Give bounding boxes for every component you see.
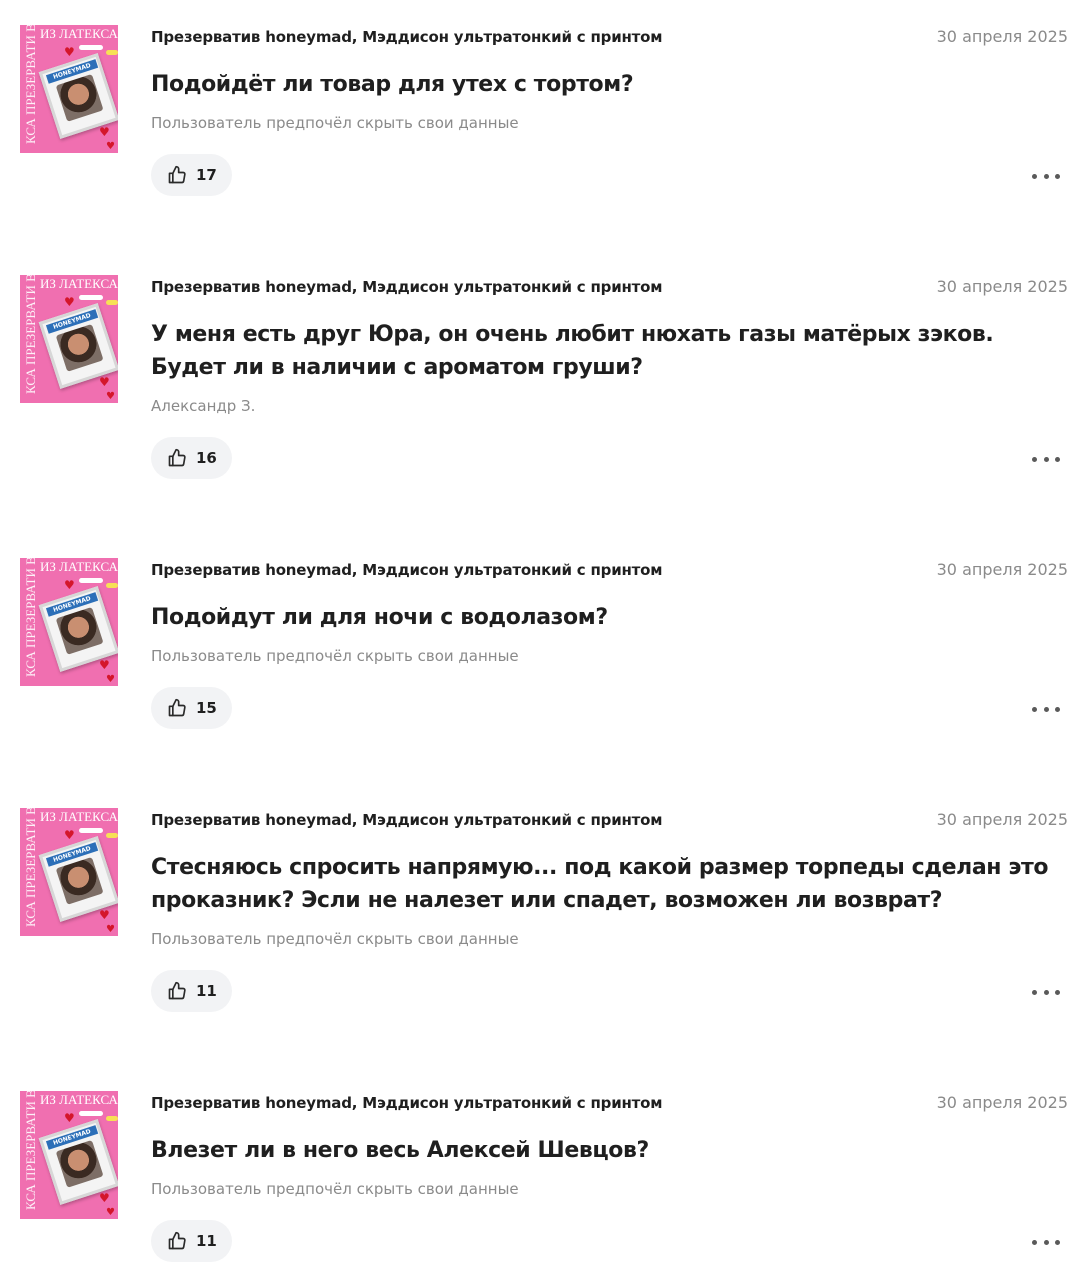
question-text: Подойдут ли для ночи с водолазом? (151, 605, 608, 630)
like-count: 17 (196, 166, 217, 184)
print-portrait (55, 1139, 104, 1188)
like-button[interactable]: 11 (151, 1220, 232, 1262)
like-count: 16 (196, 449, 217, 467)
product-thumbnail[interactable]: ИЗ ЛАТЕКСА КСА ПРЕЗЕРВАТИ В HONEYMAD ♥ ♥… (20, 808, 118, 936)
thumbnail-label (106, 300, 118, 305)
thumbs-up-icon (168, 165, 186, 184)
like-count: 11 (196, 982, 217, 1000)
question-text: Влезет ли в него весь Алексей Шевцов? (151, 1138, 649, 1163)
thumbnail-side-text: КСА ПРЕЗЕРВАТИ В (23, 275, 38, 394)
like-count: 15 (196, 699, 217, 717)
heart-icon: ♥ (64, 578, 75, 592)
more-dots-icon (1032, 1239, 1037, 1245)
heart-icon: ♥ (106, 141, 115, 152)
product-link[interactable]: Презерватив honeymad, Мэддисон ультратон… (151, 1094, 663, 1112)
thumbs-up-icon (168, 448, 186, 467)
product-link[interactable]: Презерватив honeymad, Мэддисон ультратон… (151, 811, 663, 829)
product-thumbnail[interactable]: ИЗ ЛАТЕКСА КСА ПРЕЗЕРВАТИ В HONEYMAD ♥ ♥… (20, 25, 118, 153)
author-name: Пользователь предпочёл скрыть свои данны… (151, 114, 519, 132)
heart-icon: ♥ (99, 1191, 110, 1205)
thumbnail-label (106, 50, 118, 55)
print-portrait (55, 73, 104, 122)
heart-icon: ♥ (99, 375, 110, 389)
thumbs-up-icon (168, 698, 186, 717)
print-portrait (55, 323, 104, 372)
product-link[interactable]: Презерватив honeymad, Мэддисон ультратон… (151, 28, 663, 46)
review-item: ИЗ ЛАТЕКСА КСА ПРЕЗЕРВАТИ В HONEYMAD ♥ ♥… (0, 558, 1084, 758)
thumbnail-label (106, 833, 118, 838)
review-item: ИЗ ЛАТЕКСА КСА ПРЕЗЕРВАТИ В HONEYMAD ♥ ♥… (0, 1091, 1084, 1276)
more-options-button[interactable] (1032, 1232, 1060, 1252)
thumbnail-text: ИЗ ЛАТЕКСА (40, 559, 118, 574)
review-date: 30 апреля 2025 (936, 277, 1068, 296)
question-text: У меня есть друг Юра, он очень любит нюх… (151, 322, 994, 380)
thumbnail-label (106, 1116, 118, 1121)
thumbnail-text: ИЗ ЛАТЕКСА (40, 809, 118, 824)
like-button[interactable]: 11 (151, 970, 232, 1012)
thumbnail-label (79, 295, 103, 300)
heart-icon: ♥ (106, 924, 115, 935)
more-options-button[interactable] (1032, 982, 1060, 1002)
heart-icon: ♥ (99, 908, 110, 922)
thumbnail-side-text: КСА ПРЕЗЕРВАТИ В (23, 808, 38, 927)
more-options-button[interactable] (1032, 166, 1060, 186)
author-name: Пользователь предпочёл скрыть свои данны… (151, 930, 519, 948)
review-date: 30 апреля 2025 (936, 810, 1068, 829)
product-thumbnail[interactable]: ИЗ ЛАТЕКСА КСА ПРЕЗЕРВАТИ В HONEYMAD ♥ ♥… (20, 558, 118, 686)
thumbnail-label (79, 1111, 103, 1116)
product-link[interactable]: Презерватив honeymad, Мэддисон ультратон… (151, 278, 663, 296)
review-date: 30 апреля 2025 (936, 1093, 1068, 1112)
product-thumbnail[interactable]: ИЗ ЛАТЕКСА КСА ПРЕЗЕРВАТИ В HONEYMAD ♥ ♥… (20, 275, 118, 403)
heart-icon: ♥ (64, 295, 75, 309)
author-name: Пользователь предпочёл скрыть свои данны… (151, 647, 519, 665)
heart-icon: ♥ (99, 658, 110, 672)
more-dots-icon (1032, 173, 1037, 179)
like-button[interactable]: 17 (151, 154, 232, 196)
like-button[interactable]: 15 (151, 687, 232, 729)
heart-icon: ♥ (64, 45, 75, 59)
product-thumbnail[interactable]: ИЗ ЛАТЕКСА КСА ПРЕЗЕРВАТИ В HONEYMAD ♥ ♥… (20, 1091, 118, 1219)
thumbnail-label (79, 578, 103, 583)
thumbnail-side-text: КСА ПРЕЗЕРВАТИ В (23, 25, 38, 144)
review-date: 30 апреля 2025 (936, 560, 1068, 579)
review-item: ИЗ ЛАТЕКСА КСА ПРЕЗЕРВАТИ В HONEYMAD ♥ ♥… (0, 275, 1084, 505)
more-options-button[interactable] (1032, 699, 1060, 719)
thumbs-up-icon (168, 1231, 186, 1250)
thumbnail-label (79, 828, 103, 833)
print-portrait (55, 606, 104, 655)
thumbnail-text: ИЗ ЛАТЕКСА (40, 26, 118, 41)
more-dots-icon (1032, 456, 1037, 462)
heart-icon: ♥ (99, 125, 110, 139)
author-name: Пользователь предпочёл скрыть свои данны… (151, 1180, 519, 1198)
heart-icon: ♥ (64, 1111, 75, 1125)
thumbnail-label (106, 583, 118, 588)
thumbnail-side-text: КСА ПРЕЗЕРВАТИ В (23, 1091, 38, 1210)
heart-icon: ♥ (106, 1207, 115, 1218)
thumbs-up-icon (168, 981, 186, 1000)
question-text: Подойдёт ли товар для утех с тортом? (151, 72, 634, 97)
print-portrait (55, 856, 104, 905)
more-options-button[interactable] (1032, 449, 1060, 469)
thumbnail-text: ИЗ ЛАТЕКСА (40, 1092, 118, 1107)
thumbnail-label (79, 45, 103, 50)
heart-icon: ♥ (106, 391, 115, 402)
thumbnail-side-text: КСА ПРЕЗЕРВАТИ В (23, 558, 38, 677)
review-item: ИЗ ЛАТЕКСА КСА ПРЕЗЕРВАТИ В HONEYMAD ♥ ♥… (0, 25, 1084, 225)
more-dots-icon (1032, 706, 1037, 712)
thumbnail-text: ИЗ ЛАТЕКСА (40, 276, 118, 291)
like-button[interactable]: 16 (151, 437, 232, 479)
heart-icon: ♥ (64, 828, 75, 842)
more-dots-icon (1032, 989, 1037, 995)
review-date: 30 апреля 2025 (936, 27, 1068, 46)
product-link[interactable]: Презерватив honeymad, Мэддисон ультратон… (151, 561, 663, 579)
heart-icon: ♥ (106, 674, 115, 685)
review-item: ИЗ ЛАТЕКСА КСА ПРЕЗЕРВАТИ В HONEYMAD ♥ ♥… (0, 808, 1084, 1038)
like-count: 11 (196, 1232, 217, 1250)
question-text: Стесняюсь спросить напрямую... под какой… (151, 855, 1049, 913)
author-name: Александр З. (151, 397, 256, 415)
